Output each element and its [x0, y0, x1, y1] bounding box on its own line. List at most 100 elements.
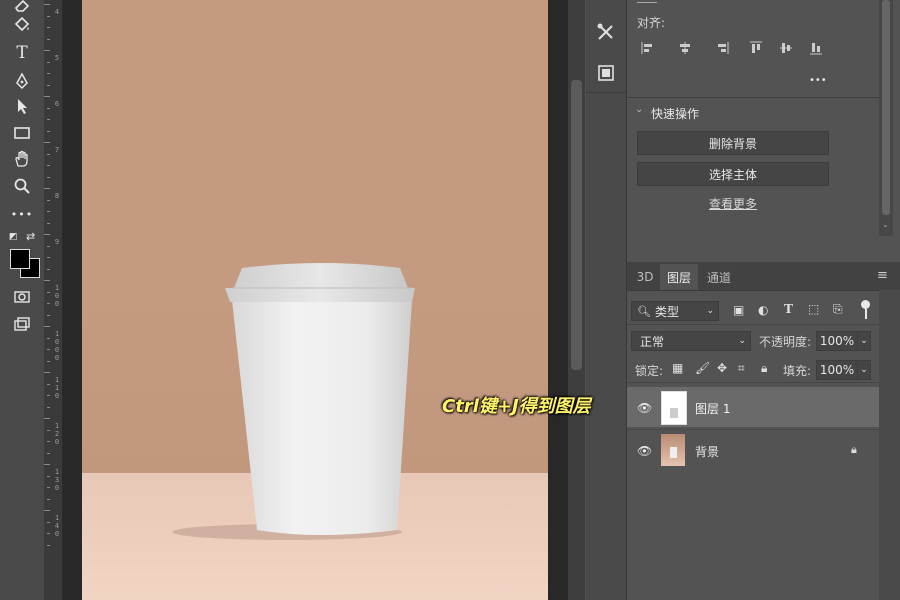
filter-kind-value: 类型	[654, 304, 679, 319]
align-top-icon[interactable]	[749, 41, 763, 55]
eye-icon[interactable]: 👁︎	[637, 401, 652, 415]
opacity-chevron-icon[interactable]: ⌄	[857, 331, 871, 351]
hand-tool-icon[interactable]	[8, 148, 36, 170]
align-vcenter-icon[interactable]	[779, 41, 793, 55]
artboard-icon[interactable]	[596, 63, 616, 87]
select-subject-button[interactable]: 选择主体	[637, 162, 829, 186]
tab-channels[interactable]: 通道	[699, 264, 739, 290]
align-left-icon[interactable]	[641, 41, 655, 55]
vertical-ruler: 4 5 6 7 8 9 1 0 0 1 0 0 0 1 1 0 1 2 0 1 3 0 1 4 0	[44, 0, 63, 600]
ruler-tick	[47, 84, 50, 86]
view-more-link[interactable]: 查看更多	[709, 195, 757, 212]
scroll-down-icon[interactable]: ⌄	[882, 220, 889, 229]
layer-row-background[interactable]: 👁︎ 背景 🔒︎	[627, 429, 879, 470]
layer-filter-dropdown[interactable]: 🔍︎ 类型 ⌄	[631, 301, 719, 321]
filter-smart-object-icon[interactable]: ⎘	[833, 302, 843, 317]
ruler-mark: 1 0 0	[54, 284, 60, 308]
ruler-tick	[44, 280, 50, 281]
ruler-tick	[47, 487, 50, 488]
tools-icon[interactable]	[596, 22, 616, 46]
properties-scrollbar[interactable]: ⌄	[879, 0, 893, 236]
ruler-tick	[47, 119, 50, 120]
ruler-tick	[44, 96, 50, 97]
ruler-tick	[47, 544, 50, 546]
lock-all-icon[interactable]: 🔒︎	[761, 361, 767, 376]
opacity-input[interactable]: 100%	[816, 331, 858, 351]
eye-icon[interactable]: 👁︎	[637, 444, 652, 458]
type-tool-icon[interactable]: T	[8, 42, 36, 64]
layer-row-layer1[interactable]: 👁︎ 图层 1	[627, 387, 879, 427]
lock-transparent-icon[interactable]: ▦	[672, 361, 683, 375]
ruler-tick	[47, 383, 50, 385]
layer-name: 图层 1	[695, 402, 731, 416]
ruler-tick	[47, 245, 50, 247]
ruler-tick	[47, 395, 50, 396]
layers-scroll-gutter	[879, 290, 900, 600]
lock-label: 锁定:	[635, 364, 664, 378]
filter-type-icon[interactable]: T	[784, 302, 793, 316]
layer-thumbnail	[661, 434, 685, 466]
align-hcenter-icon[interactable]	[678, 41, 692, 55]
tab-layers[interactable]: 图层	[660, 264, 698, 290]
properties-scroll-thumb[interactable]	[882, 0, 890, 215]
thumbnail-cup	[670, 447, 677, 458]
scrollbar-thumb[interactable]	[571, 80, 582, 370]
layer-name: 背景	[695, 445, 720, 459]
quick-mask-icon[interactable]	[8, 286, 36, 308]
align-bottom-icon[interactable]	[809, 41, 823, 55]
filter-toggle-icon[interactable]	[861, 300, 870, 309]
ruler-tick	[47, 27, 50, 28]
panel-menu-icon[interactable]: ≡	[877, 268, 888, 283]
more-tools-icon[interactable]: •••	[8, 203, 36, 225]
blend-mode-dropdown[interactable]: 正常 ⌄	[631, 331, 751, 351]
section-divider-hint	[637, 0, 657, 3]
ruler-tick	[47, 268, 50, 270]
chevron-down-icon: ⌄	[738, 336, 746, 346]
default-colors-icon[interactable]: ◩	[9, 232, 18, 242]
fill-input[interactable]: 100%	[816, 360, 858, 380]
filter-toggle-stem	[865, 309, 867, 319]
zoom-tool-icon[interactable]	[8, 175, 36, 197]
lock-icon: 🔒︎	[851, 443, 857, 456]
fill-chevron-icon[interactable]: ⌄	[857, 360, 871, 380]
ruler-tick	[47, 15, 50, 17]
rectangle-tool-icon[interactable]	[8, 122, 36, 144]
foreground-color-swatch[interactable]	[10, 249, 30, 269]
ruler-tick	[47, 314, 50, 316]
ruler-tick	[47, 521, 50, 523]
paint-bucket-icon[interactable]	[8, 14, 36, 36]
ruler-tick	[44, 4, 50, 5]
canvas-vertical-scrollbar[interactable]	[568, 0, 585, 600]
filter-pixel-icon[interactable]: ▣	[733, 303, 744, 317]
divider	[627, 382, 879, 383]
lock-image-icon[interactable]: 🖌︎	[695, 361, 710, 375]
screen-mode-icon[interactable]	[8, 313, 36, 335]
tools-panel: T ••• ◩ ⇄	[0, 0, 44, 600]
tab-3d[interactable]: 3D	[631, 264, 659, 290]
swap-colors-icon[interactable]: ⇄	[26, 230, 35, 243]
ruler-mark: 6	[54, 100, 60, 108]
collapse-chevron-icon[interactable]: ⌄	[635, 104, 643, 115]
align-label: 对齐:	[637, 16, 666, 30]
filter-shape-icon[interactable]: ⬚	[808, 302, 819, 316]
remove-background-button[interactable]: 删除背景	[637, 131, 829, 155]
ruler-tick	[47, 38, 50, 40]
path-select-icon[interactable]	[8, 95, 36, 117]
document-image[interactable]	[82, 0, 548, 600]
ruler-tick	[47, 61, 50, 63]
ruler-tick	[47, 441, 50, 442]
ruler-tick	[47, 73, 50, 74]
ruler-mark: 8	[54, 192, 60, 200]
ruler-mark: 1 1 0	[54, 376, 60, 400]
align-right-icon[interactable]	[715, 41, 729, 55]
ruler-tick	[44, 142, 50, 143]
ruler-tick	[44, 464, 50, 465]
lock-artboard-icon[interactable]: ⌗	[738, 361, 745, 376]
pen-tool-icon[interactable]	[8, 70, 36, 92]
layer-thumbnail	[661, 391, 687, 425]
lock-position-icon[interactable]: ✥	[717, 361, 727, 375]
ruler-tick	[47, 475, 50, 477]
more-options-icon[interactable]: •••	[809, 75, 827, 86]
filter-adjustment-icon[interactable]: ◐	[758, 303, 768, 317]
overlay-caption: Ctrl键+J得到图层	[442, 396, 591, 417]
